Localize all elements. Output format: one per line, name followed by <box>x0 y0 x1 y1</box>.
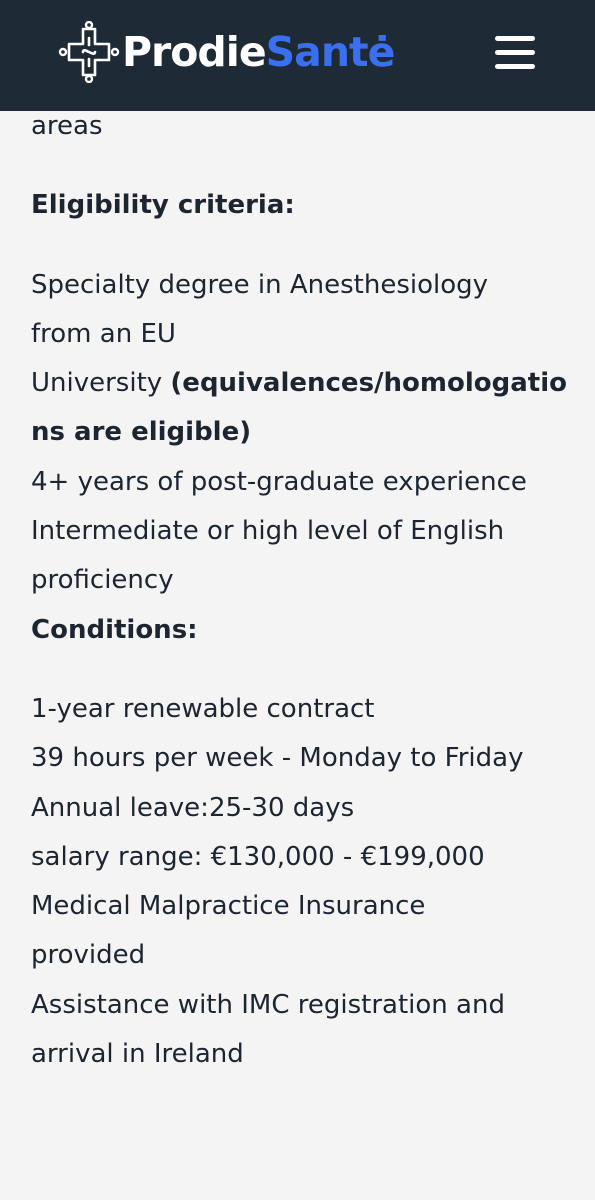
top-navigation-bar: ProdieSantė <box>0 0 595 111</box>
eligibility-line-bold: ns are eligible) <box>31 417 252 448</box>
brand-name: ProdieSantė <box>122 31 395 73</box>
eligibility-line: Intermediate or high level of English <box>31 516 505 547</box>
eligibility-heading: Eligibility criteria: <box>31 190 295 221</box>
brand-logo-link[interactable]: ProdieSantė <box>58 20 395 84</box>
eligibility-line: 4+ years of post-graduate experience <box>31 466 527 497</box>
condition-line: Assistance with IMC registration and <box>31 989 505 1020</box>
brand-name-part2: Santė <box>265 27 396 76</box>
hamburger-menu-icon-line <box>495 50 535 55</box>
menu-button[interactable] <box>488 30 542 76</box>
medical-cross-logo-icon <box>58 21 120 83</box>
condition-line: provided <box>31 940 146 971</box>
eligibility-line-text: University <box>31 368 171 399</box>
eligibility-line: from an EU <box>31 318 176 349</box>
eligibility-line-bold: (equivalences/homologatio <box>170 368 567 399</box>
condition-line: Annual leave:25-30 days <box>31 792 355 823</box>
condition-line: arrival in Ireland <box>31 1039 244 1070</box>
eligibility-line: University (equivalences/homologatio <box>31 359 567 408</box>
condition-line: salary range: €130,000 - €199,000 <box>31 841 485 872</box>
text-fragment: areas <box>31 111 103 141</box>
condition-line: 1-year renewable contract <box>31 693 375 724</box>
condition-line: 39 hours per week - Monday to Friday <box>31 743 524 774</box>
job-details-content: areas Eligibility criteria: Specialty de… <box>31 102 567 1079</box>
conditions-heading: Conditions: <box>31 614 198 645</box>
eligibility-line: proficiency <box>31 565 174 596</box>
brand-name-part1: Prodie <box>122 27 267 76</box>
condition-line: Medical Malpractice Insurance <box>31 891 426 922</box>
hamburger-menu-icon <box>495 36 535 41</box>
hamburger-menu-icon-line <box>495 64 535 69</box>
eligibility-line: Specialty degree in Anesthesiology <box>31 269 489 300</box>
